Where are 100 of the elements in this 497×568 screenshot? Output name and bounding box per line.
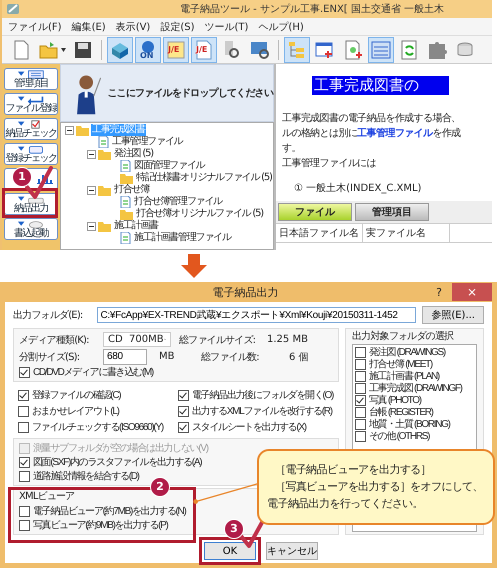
ok-button[interactable]: OK xyxy=(204,542,256,560)
tree-item[interactable]: 施工計画書管理ファイル xyxy=(133,232,232,244)
checkbox-label: 電子納品ビューア(約7MB)を出力する(N) xyxy=(33,504,186,518)
menu-item[interactable]: 表示(V) xyxy=(116,20,150,34)
file-icon xyxy=(98,136,109,148)
tree-item[interactable]: 図面管理ファイル xyxy=(133,160,206,172)
checkbox-label: 台帳 (REGISTER) xyxy=(369,406,433,418)
checkmark-icon xyxy=(24,165,54,201)
checkbox[interactable] xyxy=(355,418,366,430)
help-heading: 工事完成図書の xyxy=(312,76,449,95)
field-label: 出力フォルダ(E): xyxy=(13,308,82,322)
folder-icon xyxy=(98,220,111,232)
toolbar-button[interactable]: J/E xyxy=(191,36,217,62)
checkbox-label: おまかせレイアウト(L) xyxy=(32,405,119,418)
close-button[interactable]: × xyxy=(452,283,492,301)
checkbox[interactable] xyxy=(178,406,189,416)
checkbox-label: 工事完成図 (DRAWINGF) xyxy=(369,382,462,394)
checkbox[interactable] xyxy=(355,346,366,358)
help-text: ルの格納とは別に工事管理ファイルを作成 xyxy=(282,126,462,141)
callout-text: ［電子納品ビューアを出力する］ xyxy=(275,462,432,478)
checkbox-label: 打合せ簿 (MEET) xyxy=(369,358,432,370)
checkbox-label: スタイルシートを出力する(X) xyxy=(192,420,306,434)
menu-item[interactable]: ファイル(F) xyxy=(8,20,62,34)
tree-item[interactable]: 工事管理ファイル xyxy=(111,136,184,148)
sidebar-button[interactable]: 登録チェック xyxy=(4,143,58,165)
folder-icon xyxy=(120,208,133,220)
folder-icon xyxy=(76,124,89,136)
checkbox[interactable] xyxy=(355,430,366,442)
drop-area[interactable]: ここにファイルをドロップしてください xyxy=(60,64,274,122)
tree-item[interactable]: 施工計画書 xyxy=(113,220,160,232)
checkbox[interactable] xyxy=(19,520,30,530)
help-text: 工事管理ファイルには xyxy=(282,156,378,171)
menu-item[interactable]: 設定(S) xyxy=(160,20,194,34)
help-button[interactable]: ? xyxy=(426,286,452,298)
tree-item[interactable]: 打合せ簿 xyxy=(113,184,150,196)
sidebar-button-label: 登録チェック xyxy=(6,154,56,164)
down-arrow-icon xyxy=(180,254,206,278)
checkbox[interactable] xyxy=(178,390,189,400)
checkbox[interactable] xyxy=(18,390,29,400)
field-value: 1.25 MB xyxy=(267,334,308,345)
checkbox-label: 道路施設情報を結合する(D) xyxy=(33,470,139,483)
menu-item[interactable]: ヘルプ(H) xyxy=(258,20,304,34)
help-text: す。 xyxy=(282,142,302,156)
tab[interactable]: ファイル xyxy=(278,203,352,221)
folder-icon xyxy=(98,184,111,196)
file-icon xyxy=(120,160,131,172)
toolbar-button[interactable] xyxy=(368,36,394,62)
checkbox[interactable] xyxy=(18,422,29,432)
column-header: 実ファイル名 xyxy=(363,224,450,242)
checkbox[interactable] xyxy=(355,382,366,394)
list-icon xyxy=(370,38,392,60)
checkbox[interactable] xyxy=(355,358,366,370)
cancel-button[interactable]: キャンセル xyxy=(266,542,318,560)
checkbox[interactable] xyxy=(355,406,366,418)
highlight-frame xyxy=(2,188,58,218)
checkbox[interactable] xyxy=(18,406,29,416)
sidebar-button[interactable]: 納品チェック xyxy=(4,118,58,140)
highlight-frame xyxy=(199,537,261,565)
file-icon xyxy=(120,232,131,244)
tree-item[interactable]: 打合せ簿管理ファイル xyxy=(133,196,224,208)
sidebar-button[interactable]: 書込起動 xyxy=(4,218,58,240)
toolbar-button[interactable]: J/E xyxy=(163,36,189,62)
sidebar-button-label: 管理項目 xyxy=(14,78,48,88)
input-field[interactable]: C:¥FcApp¥EX-TREND武蔵¥エクスポート¥Xml¥Kouji¥20150311-1452 xyxy=(96,307,416,323)
window-title: 電子納品ツール - サンプル工事.ENX[ 国土交通省 一般土木 xyxy=(180,2,444,16)
checkbox[interactable] xyxy=(19,506,30,516)
toolbar-button[interactable] xyxy=(107,36,133,62)
caret-icon xyxy=(61,48,66,52)
checkbox-label: 登録ファイルの確認(C) xyxy=(32,388,120,402)
checkbox-label: CD/DVDメディアに書き込む(M) xyxy=(33,366,153,379)
checkbox-label: 出力するXMLファイルを改行する(R) xyxy=(192,404,332,418)
browse-button[interactable]: 参照(E)... xyxy=(422,306,484,324)
unit-label: MB xyxy=(159,351,176,362)
checkbox[interactable] xyxy=(355,370,366,382)
field-label: メディア種類(K): xyxy=(19,334,90,346)
sidebar-button[interactable]: 管理項目 xyxy=(4,68,58,90)
sidebar-button[interactable]: ファイル登録 xyxy=(4,93,58,115)
menu-item[interactable]: 編集(E) xyxy=(72,20,106,34)
media-dropdown[interactable]: CD 700MB xyxy=(103,332,171,347)
checkbox-label: 測量サブフォルダが空の場合は出力しない(V) xyxy=(33,442,208,455)
checkbox-label: 写真ビューア(約9MB)を出力する(P) xyxy=(33,518,168,532)
tree-item[interactable]: 特記仕様書オリジナルファイル (5) xyxy=(135,172,273,184)
column-header: 日本語ファイル名 xyxy=(276,224,363,242)
toolbar-button[interactable]: ON xyxy=(135,36,161,62)
app-icon xyxy=(6,2,20,16)
checkbox-label: 電子納品出力後にフォルダを開く(O) xyxy=(192,388,334,402)
callout-text: 電子納品出力を行ってください。 xyxy=(267,496,424,512)
field-label: 総ファイルサイズ: xyxy=(179,334,256,346)
checkbox[interactable] xyxy=(19,456,30,468)
tab[interactable]: 管理項目 xyxy=(355,203,429,221)
checkbox[interactable] xyxy=(19,470,30,482)
checkbox[interactable] xyxy=(178,422,189,432)
input-field[interactable]: 680 xyxy=(103,348,147,364)
dialog-title: 電子納品出力 xyxy=(212,284,280,300)
checkbox-label: 施工計画書 (PLAN) xyxy=(369,370,439,382)
tree-item[interactable]: 打合せ簿オリジナルファイル (5) xyxy=(135,208,264,220)
checkbox[interactable] xyxy=(355,394,366,406)
menu-item[interactable]: ツール(T) xyxy=(204,20,248,34)
checkbox[interactable] xyxy=(19,366,30,378)
tree-item[interactable]: 発注図 (5) xyxy=(113,148,154,160)
